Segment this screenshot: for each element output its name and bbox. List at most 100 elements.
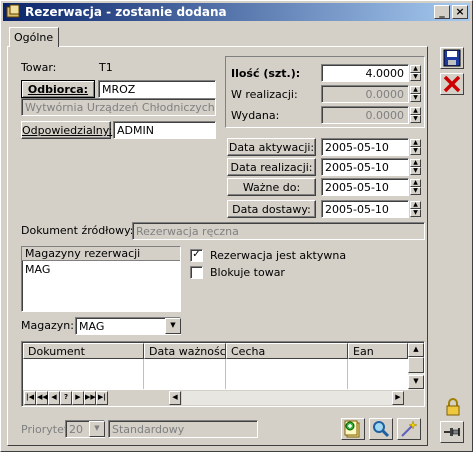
spin-down-icon[interactable]: ▼ — [410, 187, 421, 195]
spin-up-icon[interactable]: ▲ — [410, 65, 421, 73]
spin-up-icon: ▲ — [410, 86, 421, 94]
rezerwacja-aktywna-label: Rezerwacja jest aktywna — [210, 249, 347, 262]
odpowiedzialny-button-label: Odpowiedzialny: — [22, 124, 113, 137]
grid-vscrollbar[interactable]: ▲ ▼ — [408, 343, 424, 390]
data-dostawy-spinner[interactable]: ▲ ▼ — [410, 201, 421, 217]
wydana-label: Wydana: — [231, 109, 280, 122]
data-realizacji-spinner[interactable]: ▲ ▼ — [410, 159, 421, 175]
wazne-do-spinner[interactable]: ▲ ▼ — [410, 179, 421, 195]
lock-button[interactable] — [442, 397, 464, 417]
search-icon — [373, 421, 390, 438]
odpowiedzialny-field[interactable]: ADMIN — [113, 121, 216, 139]
magic-wand-icon — [401, 420, 418, 437]
spin-up-icon[interactable]: ▲ — [410, 139, 421, 147]
spin-down-icon: ▼ — [410, 115, 421, 123]
spin-down-icon[interactable]: ▼ — [410, 167, 421, 175]
grid-header-ean[interactable]: Ean — [348, 343, 408, 359]
wydana-field: 0.0000 — [321, 106, 409, 124]
odbiorca-button[interactable]: Odbiorca: — [21, 80, 95, 98]
magazyny-list[interactable]: Magazyny rezerwacji MAG — [21, 246, 181, 312]
tab-label: Ogólne — [14, 31, 54, 44]
pin-icon — [444, 428, 460, 436]
magazyny-list-header: Magazyny rezerwacji — [22, 247, 180, 261]
scroll-up-icon[interactable]: ▲ — [408, 343, 424, 357]
wizard-button[interactable] — [397, 418, 421, 440]
grid-col-divider — [143, 359, 144, 389]
spin-down-icon: ▼ — [410, 94, 421, 102]
magazyn-select-value: MAG — [79, 320, 105, 333]
odbiorca-name-field: Wytwórnia Urządzeń Chłodniczych MR — [21, 98, 216, 116]
ilosc-spinner[interactable]: ▲ ▼ — [410, 65, 421, 81]
scroll-right-icon[interactable]: ▶ — [392, 391, 404, 405]
dokument-label: Dokument źródłowy: — [21, 224, 134, 237]
tab-ogolne[interactable]: Ogólne — [9, 27, 59, 47]
blokuje-towar-checkbox[interactable] — [190, 266, 203, 279]
spin-down-icon[interactable]: ▼ — [410, 73, 421, 81]
add-item-button[interactable] — [341, 418, 365, 440]
nav-help-icon[interactable]: ? — [60, 391, 72, 405]
grid-navbar: |◀ ◀◀ ◀ ? ▶ ▶▶ ▶| ◀ ▶ — [23, 390, 424, 406]
app-icon — [6, 4, 20, 18]
nav-prev-page-icon[interactable]: ◀◀ — [36, 391, 48, 405]
search-button[interactable] — [369, 418, 393, 440]
data-aktywacji-spinner[interactable]: ▲ ▼ — [410, 139, 421, 155]
odpowiedzialny-button[interactable]: Odpowiedzialny: — [21, 121, 113, 139]
dokument-field: Rezerwacja ręczna — [132, 222, 425, 240]
floppy-disk-icon — [443, 49, 461, 67]
list-item[interactable]: MAG — [25, 263, 50, 276]
minimize-button[interactable]: _ — [434, 5, 450, 19]
spin-up-icon[interactable]: ▲ — [410, 159, 421, 167]
grid-header-dokument[interactable]: Dokument — [23, 343, 144, 359]
ilosc-label: Ilość (szt.): — [231, 67, 301, 80]
data-dostawy-field[interactable]: 2005-05-10 — [321, 200, 409, 218]
wazne-do-button[interactable]: Ważne do: — [227, 178, 316, 196]
pin-button[interactable] — [440, 421, 464, 443]
data-realizacji-field[interactable]: 2005-05-10 — [321, 158, 409, 176]
w-realizacji-spinner: ▲ ▼ — [410, 86, 421, 102]
grid-header-cecha[interactable]: Cecha — [226, 343, 348, 359]
spin-up-icon[interactable]: ▲ — [410, 201, 421, 209]
nav-first-icon[interactable]: |◀ — [24, 391, 36, 405]
ilosc-field[interactable]: 4.0000 — [321, 64, 409, 82]
spin-down-icon[interactable]: ▼ — [410, 209, 421, 217]
odbiorca-button-label: Odbiorca: — [27, 83, 89, 96]
scroll-down-icon[interactable]: ▼ — [408, 375, 424, 389]
grid-hscroll-track[interactable] — [182, 391, 392, 405]
close-x-icon — [443, 75, 461, 93]
spin-down-icon[interactable]: ▼ — [410, 147, 421, 155]
data-aktywacji-field[interactable]: 2005-05-10 — [321, 138, 409, 156]
grid-header-data-waznosci[interactable]: Data ważności — [144, 343, 226, 359]
wydana-spinner: ▲ ▼ — [410, 107, 421, 123]
close-button[interactable]: × — [452, 5, 468, 19]
spin-up-icon[interactable]: ▲ — [410, 179, 421, 187]
nav-last-icon[interactable]: ▶| — [96, 391, 108, 405]
blokuje-towar-label: Blokuje towar — [210, 266, 285, 279]
data-aktywacji-button[interactable]: Data aktywacji: — [227, 138, 316, 156]
add-document-icon — [344, 420, 360, 438]
nav-next-icon[interactable]: ▶ — [72, 391, 84, 405]
reservation-window: Rezerwacja - zostanie dodana _ × Ogólne … — [0, 0, 473, 452]
scroll-left-icon[interactable]: ◀ — [169, 391, 181, 405]
priorytet-text-field: Standardowy — [108, 420, 258, 438]
w-realizacji-label: W realizacji: — [231, 88, 298, 101]
nav-prev-icon[interactable]: ◀ — [48, 391, 60, 405]
spin-up-icon: ▲ — [410, 107, 421, 115]
towar-label: Towar: — [21, 61, 57, 74]
scroll-thumb[interactable] — [408, 357, 424, 373]
chevron-down-icon[interactable]: ▼ — [165, 318, 181, 334]
odbiorca-code-field[interactable]: MROZ — [98, 80, 216, 98]
data-realizacji-button[interactable]: Data realizacji: — [227, 158, 316, 176]
cancel-button[interactable] — [440, 73, 464, 95]
chevron-down-icon: ▼ — [89, 421, 105, 437]
grid-col-divider — [347, 359, 348, 389]
lock-icon — [446, 398, 460, 416]
documents-grid[interactable]: Dokument Data ważności Cecha Ean ▲ ▼ |◀ … — [21, 341, 425, 407]
data-dostawy-button[interactable]: Data dostawy: — [227, 200, 316, 218]
magazyn-label: Magazyn: — [21, 319, 74, 332]
wazne-do-field[interactable]: 2005-05-10 — [321, 178, 409, 196]
nav-next-page-icon[interactable]: ▶▶ — [84, 391, 96, 405]
title-bar[interactable]: Rezerwacja - zostanie dodana _ × — [3, 3, 470, 21]
window-title: Rezerwacja - zostanie dodana — [25, 5, 227, 19]
rezerwacja-aktywna-checkbox[interactable]: ✓ — [190, 249, 203, 262]
save-button[interactable] — [440, 47, 464, 69]
